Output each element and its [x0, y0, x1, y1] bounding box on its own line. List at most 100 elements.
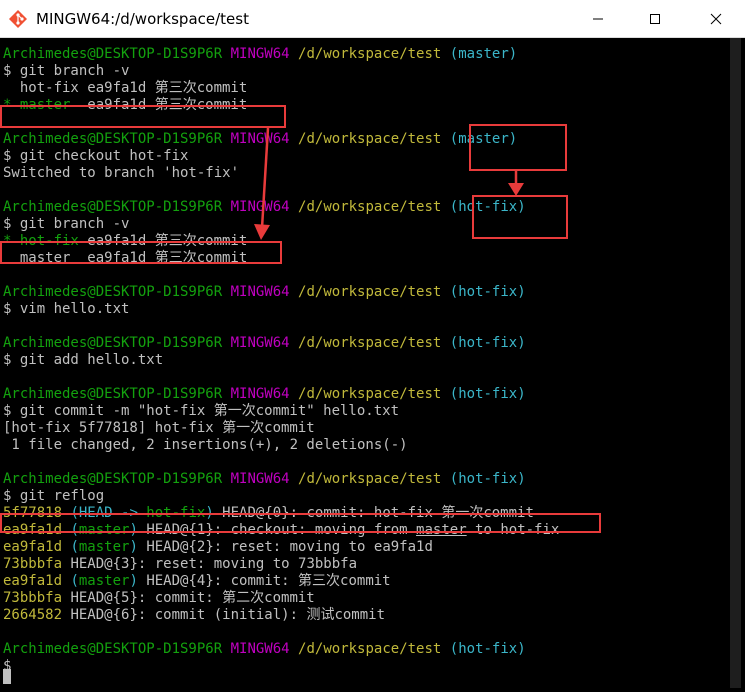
terminal-segment: [290, 46, 298, 62]
terminal-segment: ): [129, 573, 138, 589]
terminal-line: hot-fix ea9fa1d 第三次commit: [3, 80, 247, 97]
terminal-segment: $ git branch -v: [3, 216, 130, 232]
terminal-line: $ git add hello.txt: [3, 352, 163, 369]
terminal-segment: ): [129, 522, 138, 538]
terminal-segment: ): [129, 539, 138, 555]
terminal-segment: ea9fa1d 第三次commit: [78, 233, 248, 249]
terminal-line: Archimedes@DESKTOP-D1S9P6R MINGW64 /d/wo…: [3, 46, 517, 63]
terminal-line: master ea9fa1d 第三次commit: [3, 250, 247, 267]
text-cursor: [3, 669, 11, 684]
terminal-line: 1 file changed, 2 insertions(+), 2 delet…: [3, 437, 408, 454]
terminal-window: MINGW64:/d/workspace/test Archimedes@DES…: [0, 0, 745, 692]
terminal-segment: [222, 386, 230, 402]
terminal-segment: ): [205, 505, 214, 521]
terminal-segment: MINGW64: [230, 284, 290, 300]
terminal-segment: to hot-fix: [466, 522, 560, 538]
terminal-segment: HEAD@{6}: commit (initial): 测试commit: [62, 607, 386, 623]
terminal-segment: /d/workspace/test: [298, 199, 442, 215]
terminal-segment: MINGW64: [230, 641, 290, 657]
git-bash-icon: [9, 10, 27, 28]
terminal-segment: $ git branch -v: [3, 63, 130, 79]
terminal-segment: MINGW64: [230, 46, 290, 62]
terminal-segment: $ git reflog: [3, 488, 105, 504]
terminal-segment: ea9fa1d: [3, 573, 71, 589]
terminal-segment: /d/workspace/test: [298, 335, 442, 351]
terminal-segment: [441, 386, 449, 402]
terminal-segment: [222, 131, 230, 147]
terminal-segment: MINGW64: [230, 386, 290, 402]
terminal-segment: Archimedes@DESKTOP-D1S9P6R: [3, 335, 223, 351]
terminal-segment: 73bbbfa: [3, 556, 63, 572]
terminal-segment: [290, 641, 298, 657]
terminal-segment: [290, 335, 298, 351]
minimize-button[interactable]: [570, 0, 625, 38]
terminal-line: 73bbbfa HEAD@{3}: reset: moving to 73bbb…: [3, 556, 357, 573]
title-bar[interactable]: MINGW64:/d/workspace/test: [0, 0, 745, 38]
terminal-line: $ git branch -v: [3, 216, 129, 233]
terminal-line: Switched to branch 'hot-fix': [3, 165, 239, 182]
terminal-segment: [222, 641, 230, 657]
minimize-icon: [592, 18, 603, 20]
terminal-line: Archimedes@DESKTOP-D1S9P6R MINGW64 /d/wo…: [3, 641, 526, 658]
terminal-segment: /d/workspace/test: [298, 386, 442, 402]
terminal-line: Archimedes@DESKTOP-D1S9P6R MINGW64 /d/wo…: [3, 131, 517, 148]
terminal-line: 2664582 HEAD@{6}: commit (initial): 测试co…: [3, 607, 385, 624]
terminal-segment: [441, 46, 449, 62]
terminal-segment: ea9fa1d: [3, 539, 71, 555]
terminal-line: Archimedes@DESKTOP-D1S9P6R MINGW64 /d/wo…: [3, 199, 526, 216]
terminal-segment: ea9fa1d 第三次commit: [78, 97, 248, 113]
terminal-segment: [222, 199, 230, 215]
terminal-segment: [290, 284, 298, 300]
terminal-segment: Switched to branch 'hot-fix': [3, 165, 240, 181]
terminal-segment: Archimedes@DESKTOP-D1S9P6R: [3, 46, 223, 62]
terminal-segment: /d/workspace/test: [298, 46, 442, 62]
terminal-segment: master: [416, 522, 467, 538]
terminal-segment: 2664582: [3, 607, 63, 623]
terminal-segment: [441, 471, 449, 487]
terminal-segment: [441, 335, 449, 351]
terminal-segment: (master): [449, 131, 518, 147]
terminal-segment: [290, 199, 298, 215]
terminal-segment: 5f77818: [3, 505, 71, 521]
terminal-line: Archimedes@DESKTOP-D1S9P6R MINGW64 /d/wo…: [3, 386, 526, 403]
terminal-segment: Archimedes@DESKTOP-D1S9P6R: [3, 199, 223, 215]
terminal-segment: 1 file changed, 2 insertions(+), 2 delet…: [3, 437, 408, 453]
close-button[interactable]: [686, 0, 745, 38]
terminal-segment: /d/workspace/test: [298, 131, 442, 147]
terminal-segment: [222, 46, 230, 62]
terminal-segment: Archimedes@DESKTOP-D1S9P6R: [3, 131, 223, 147]
terminal-segment: master: [78, 573, 130, 589]
terminal-segment: MINGW64: [230, 199, 290, 215]
terminal-segment: /d/workspace/test: [298, 471, 442, 487]
terminal-segment: HEAD@{0}: commit: hot-fix 第一次commit: [213, 505, 534, 521]
terminal-segment: Archimedes@DESKTOP-D1S9P6R: [3, 386, 223, 402]
terminal-segment: $ git add hello.txt: [3, 352, 164, 368]
close-icon: [710, 13, 721, 25]
terminal-line: ea9fa1d (master) HEAD@{2}: reset: moving…: [3, 539, 433, 556]
terminal-line: * master ea9fa1d 第三次commit: [3, 97, 247, 114]
terminal-output[interactable]: Archimedes@DESKTOP-D1S9P6R MINGW64 /d/wo…: [0, 38, 726, 692]
terminal-segment: MINGW64: [230, 335, 290, 351]
terminal-line: $ git reflog: [3, 488, 104, 505]
terminal-segment: (hot-fix): [449, 386, 526, 402]
terminal-segment: /d/workspace/test: [298, 284, 442, 300]
terminal-line: ea9fa1d (master) HEAD@{1}: checkout: mov…: [3, 522, 559, 539]
terminal-line: $ git checkout hot-fix: [3, 148, 188, 165]
terminal-segment: HEAD@{2}: reset: moving to ea9fa1d: [137, 539, 433, 555]
terminal-segment: (master): [449, 46, 518, 62]
terminal-segment: HEAD@{3}: reset: moving to 73bbbfa: [62, 556, 358, 572]
terminal-segment: (hot-fix): [449, 641, 526, 657]
terminal-segment: master: [78, 522, 130, 538]
terminal-segment: Archimedes@DESKTOP-D1S9P6R: [3, 641, 223, 657]
window-title: MINGW64:/d/workspace/test: [36, 10, 249, 28]
terminal-segment: [441, 199, 449, 215]
terminal-segment: * hot-fix: [3, 233, 79, 249]
terminal-segment: MINGW64: [230, 471, 290, 487]
terminal-line: $ git commit -m "hot-fix 第一次commit" hell…: [3, 403, 399, 420]
scrollbar-thumb[interactable]: [730, 38, 741, 688]
maximize-button[interactable]: [627, 0, 682, 38]
terminal-segment: (: [70, 539, 79, 555]
terminal-line: 73bbbfa HEAD@{5}: commit: 第二次commit: [3, 590, 315, 607]
vertical-scrollbar[interactable]: [726, 38, 745, 692]
terminal-segment: (hot-fix): [449, 199, 526, 215]
